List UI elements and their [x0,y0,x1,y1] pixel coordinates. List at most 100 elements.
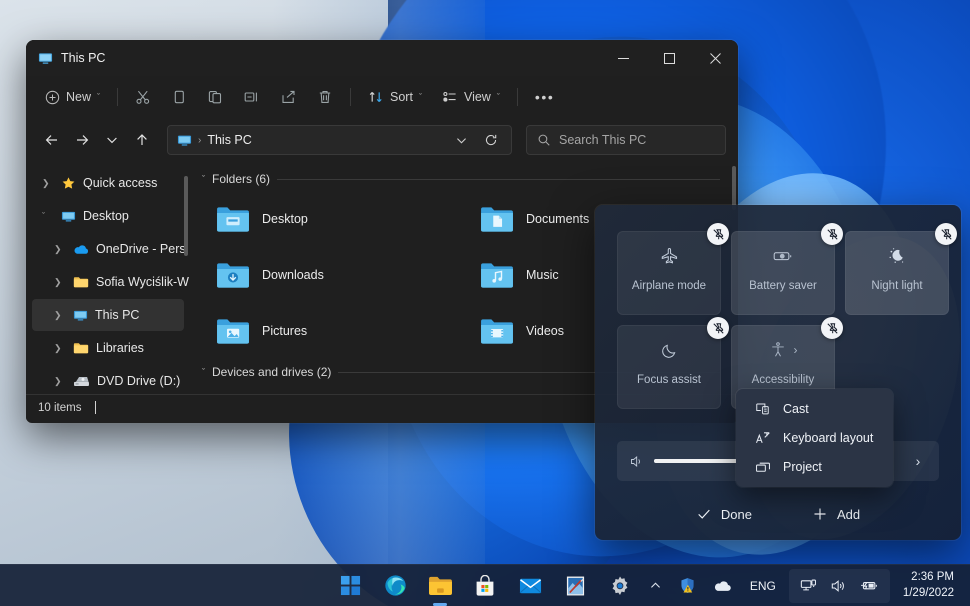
unpin-icon[interactable] [935,223,957,245]
quick-tile-airplane-mode[interactable]: Airplane mode [617,223,729,315]
paint-icon[interactable] [557,569,593,603]
sidebar-scrollbar[interactable] [184,176,188,256]
rename-button[interactable] [234,82,269,112]
search-input[interactable]: Search This PC [559,133,646,147]
system-tray[interactable]: ENG 2:36 PM 1/29/2022 [644,568,960,603]
breadcrumb-this-pc[interactable]: This PC [207,133,251,147]
chevron-down-icon[interactable]: ˇ [42,211,54,221]
folder-icon [73,275,89,289]
chevron-right-icon[interactable]: ❯ [54,277,66,288]
volume-icon[interactable] [629,454,644,469]
edge-icon[interactable] [377,569,413,603]
toolbar-divider [117,88,119,106]
battery-charging-icon[interactable] [855,573,884,598]
back-button[interactable] [38,126,65,154]
folder-documents-icon [480,204,514,234]
sidebar-item-quick-access[interactable]: ❯ Quick access [32,167,184,199]
folder-item-pictures[interactable]: Pictures [210,310,460,352]
taskbar-clock[interactable]: 2:36 PM 1/29/2022 [897,568,960,603]
chevron-right-icon[interactable]: ❯ [54,310,66,321]
chevron-right-icon[interactable]: › [903,446,933,476]
defender-shield-warning-icon[interactable] [674,572,701,599]
cut-button[interactable] [126,82,160,112]
quick-tile-night-light[interactable]: Night light [845,223,957,315]
add-button-label: Add [836,506,861,522]
flyout-item-cast[interactable]: Cast [740,394,889,423]
more-options-button[interactable]: ••• [526,82,564,112]
window-titlebar[interactable]: This PC [26,40,738,76]
delete-button[interactable] [308,82,342,112]
folder-item-label: Videos [526,324,564,338]
content-scrollbar[interactable] [732,166,736,210]
quick-tile-battery-saver[interactable]: Battery saver [731,223,843,315]
navigation-pane[interactable]: ❯ Quick access ˇ Desktop ❯ OneDrive - Pe… [26,162,190,394]
up-button[interactable] [129,126,156,154]
folder-item-label: Desktop [262,212,308,226]
chevron-right-icon[interactable]: ❯ [54,343,66,354]
store-icon[interactable] [467,569,503,603]
onedrive-cloud-icon[interactable] [708,573,737,598]
chevron-right-icon[interactable]: ❯ [54,376,66,387]
sidebar-item-onedrive[interactable]: ❯ OneDrive - Pers [32,233,186,265]
show-hidden-icons-button[interactable] [644,574,667,597]
search-box[interactable]: Search This PC [526,125,726,155]
maximize-button[interactable] [646,40,692,76]
done-button[interactable]: Done [686,500,762,528]
window-title: This PC [61,51,106,65]
unpin-icon[interactable] [707,317,729,339]
accessibility-person-icon: › [769,326,798,374]
chevron-down-icon[interactable]: ˇ [202,174,205,184]
chevron-right-icon[interactable]: ❯ [54,244,66,255]
window-controls[interactable] [600,40,738,76]
volume-icon[interactable] [825,573,852,599]
group-header-folders[interactable]: ˇ Folders (6) [202,168,738,190]
forward-button[interactable] [68,126,95,154]
add-button[interactable]: Add [802,500,870,528]
refresh-button[interactable] [477,126,505,154]
unpin-icon[interactable] [821,317,843,339]
paste-button[interactable] [198,82,232,112]
settings-gear-icon[interactable] [602,569,638,603]
chevron-right-icon[interactable]: › [794,343,798,357]
view-button[interactable]: View ˇ [433,82,509,112]
chevron-right-icon[interactable]: ❯ [42,178,54,189]
close-button[interactable] [692,40,738,76]
address-bar[interactable]: › This PC [167,125,512,155]
quick-settings-panel[interactable]: Airplane mode Battery saver Night light … [595,205,961,540]
taskbar-apps [332,569,638,606]
sidebar-item-libraries[interactable]: ❯ Libraries [32,332,184,364]
language-indicator[interactable]: ENG [744,575,782,597]
command-toolbar[interactable]: New ˇ Sort ˇ View ˇ ••• [26,76,738,118]
start-button[interactable] [332,569,368,603]
chevron-down-icon: ˇ [496,92,500,102]
recent-locations-button[interactable] [99,126,126,154]
flyout-item-keyboard-layout[interactable]: Keyboard layout [740,423,889,452]
file-explorer-icon[interactable] [422,569,458,606]
copy-button[interactable] [162,82,196,112]
monitor-icon [73,308,88,323]
taskbar[interactable]: ENG 2:36 PM 1/29/2022 [0,564,970,606]
share-icon [280,89,297,105]
sidebar-item-dvd-drive[interactable]: ❯ DVD Drive (D:) [32,365,184,394]
unpin-icon[interactable] [707,223,729,245]
folder-item-desktop[interactable]: Desktop [210,198,460,240]
quick-tile-focus-assist[interactable]: Focus assist [617,317,729,409]
folder-icon [73,341,89,355]
minimize-button[interactable] [600,40,646,76]
chevron-down-icon[interactable]: ˇ [202,367,205,377]
folder-item-downloads[interactable]: Downloads [210,254,460,296]
sort-button[interactable]: Sort ˇ [359,82,431,112]
sidebar-item-user-folder[interactable]: ❯ Sofia Wyciślik-W [32,266,189,298]
context-flyout-menu[interactable]: Cast Keyboard layout Project [736,389,893,487]
share-button[interactable] [271,82,306,112]
tray-status-group[interactable] [788,568,890,603]
flyout-item-project[interactable]: Project [740,453,889,482]
sidebar-item-this-pc[interactable]: ❯ This PC [32,299,184,331]
unpin-icon[interactable] [821,223,843,245]
address-dropdown-button[interactable] [447,126,475,154]
new-button[interactable]: New ˇ [36,82,109,112]
address-row[interactable]: › This PC Search This PC [26,118,738,162]
sidebar-item-desktop[interactable]: ˇ Desktop [32,200,184,232]
network-icon[interactable] [795,573,822,599]
mail-icon[interactable] [512,569,548,603]
